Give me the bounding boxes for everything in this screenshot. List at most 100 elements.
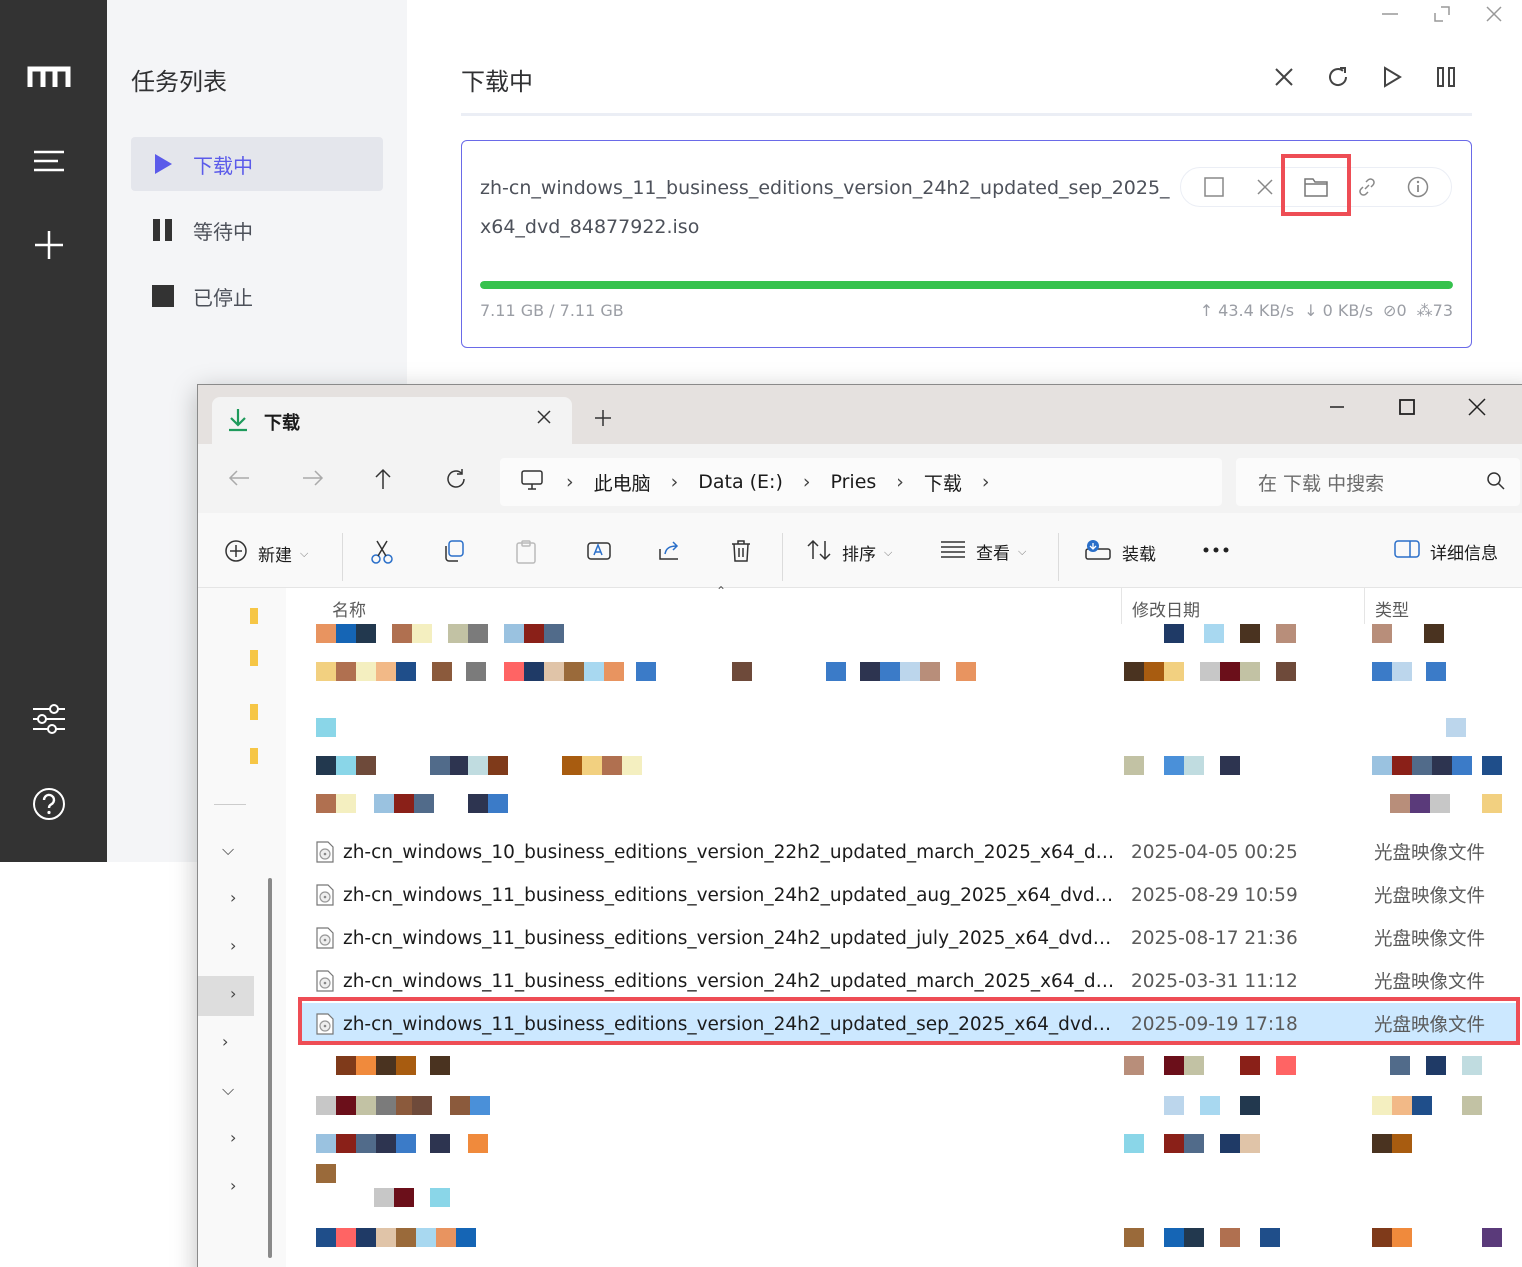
tree-item[interactable]: › — [198, 1120, 286, 1160]
address-bar[interactable]: › 此电脑 › Data (E:) › Pries › 下载 › — [500, 458, 1222, 506]
tree-item[interactable]: ⌵ — [198, 832, 286, 872]
maximize-icon[interactable] — [1392, 395, 1422, 423]
tree-item[interactable] — [198, 638, 286, 678]
tab-downloads[interactable]: 下载 — [212, 397, 572, 444]
maximize-icon[interactable] — [1432, 4, 1452, 28]
tree-item[interactable] — [198, 736, 286, 776]
column-header-type[interactable]: 类型 — [1375, 596, 1409, 621]
sort-button[interactable]: 排序 ⌵ — [806, 539, 892, 566]
tree-item[interactable]: › — [198, 1168, 286, 1208]
chevron-right-icon[interactable]: › — [230, 1176, 236, 1195]
sidebar-item-waiting[interactable]: 等待中 — [131, 203, 383, 257]
cut-button[interactable] — [370, 539, 394, 570]
column-divider[interactable] — [1121, 588, 1122, 624]
tree-item[interactable]: › — [198, 1024, 286, 1064]
delete-all-icon[interactable] — [1271, 62, 1297, 92]
breadcrumb-segment[interactable]: Pries — [830, 471, 876, 493]
tree-item[interactable]: ⌵ — [198, 1072, 286, 1112]
new-button[interactable]: 新建 ⌵ — [224, 539, 308, 568]
copy-button[interactable] — [442, 539, 466, 568]
chevron-right-icon[interactable]: › — [230, 984, 236, 1003]
chevron-right-icon[interactable]: › — [230, 888, 236, 907]
table-row[interactable]: zh-cn_windows_11_business_editions_versi… — [298, 874, 1516, 916]
chevron-right-icon[interactable]: › — [230, 1128, 236, 1147]
add-task-icon[interactable] — [24, 220, 74, 270]
up-icon[interactable] — [373, 468, 393, 494]
info-icon[interactable] — [1405, 174, 1431, 200]
help-icon[interactable] — [24, 779, 74, 829]
breadcrumb-segment[interactable]: 下载 — [924, 469, 962, 496]
checkbox-icon[interactable] — [1201, 174, 1227, 200]
table-row[interactable]: zh-cn_windows_11_business_editions_versi… — [298, 917, 1516, 959]
obscured-block — [356, 624, 376, 643]
resume-all-icon[interactable] — [1379, 62, 1405, 92]
new-tab-icon[interactable] — [594, 409, 612, 431]
breadcrumb-segment[interactable]: 此电脑 — [594, 469, 651, 496]
column-header-date[interactable]: 修改日期 — [1132, 596, 1200, 621]
obscured-block — [1124, 1134, 1144, 1153]
chevron-right-icon[interactable]: › — [671, 471, 679, 493]
chevron-right-icon[interactable]: › — [566, 471, 574, 493]
column-divider[interactable] — [1364, 588, 1365, 624]
obscured-block — [1372, 662, 1392, 681]
obscured-block — [488, 756, 508, 775]
chevron-right-icon[interactable]: › — [896, 471, 904, 493]
close-icon[interactable] — [1484, 4, 1504, 28]
tree-item[interactable] — [198, 596, 286, 636]
obscured-block — [564, 662, 584, 681]
obscured-block — [562, 756, 582, 775]
logo-icon — [24, 52, 74, 102]
sidebar-item-stopped[interactable]: 已停止 — [131, 269, 383, 323]
pause-all-icon[interactable] — [1433, 62, 1459, 92]
details-button[interactable]: 详细信息 — [1394, 539, 1498, 564]
search-input[interactable]: 在 下载 中搜索 — [1236, 458, 1520, 506]
chevron-right-icon[interactable]: › — [230, 936, 236, 955]
obscured-block — [356, 756, 376, 775]
share-button[interactable] — [658, 539, 682, 568]
tree-item-selected[interactable]: › — [198, 976, 254, 1016]
chevron-right-icon[interactable]: › — [803, 471, 811, 493]
delete-button[interactable] — [730, 539, 752, 568]
obscured-block — [1164, 1228, 1184, 1247]
obscured-block — [1184, 756, 1204, 775]
chevron-down-icon[interactable]: ⌵ — [222, 1080, 234, 1100]
table-row[interactable]: zh-cn_windows_10_business_editions_versi… — [298, 831, 1516, 873]
refresh-icon[interactable] — [1325, 62, 1351, 92]
more-button[interactable] — [1202, 539, 1230, 559]
obscured-block — [450, 756, 470, 775]
file-date: 2025-04-05 00:25 — [1131, 841, 1298, 863]
obscured-block — [436, 1228, 456, 1247]
obscured-block — [412, 1096, 432, 1115]
chevron-right-icon[interactable]: › — [982, 471, 990, 493]
link-icon[interactable] — [1354, 174, 1380, 200]
rename-button[interactable] — [586, 539, 612, 568]
close-tab-icon[interactable] — [536, 409, 552, 429]
chevron-down-icon[interactable]: ⌵ — [222, 840, 234, 860]
view-list-icon — [940, 539, 966, 564]
divider — [461, 113, 1472, 116]
preferences-icon[interactable] — [24, 694, 74, 744]
table-row[interactable]: zh-cn_windows_11_business_editions_versi… — [298, 960, 1516, 1002]
scrollbar[interactable] — [268, 878, 272, 1258]
forward-icon[interactable] — [302, 468, 324, 492]
menu-icon[interactable] — [24, 136, 74, 186]
breadcrumb-segment[interactable]: Data (E:) — [698, 471, 783, 493]
column-header-name[interactable]: 名称 — [332, 596, 366, 621]
view-button[interactable]: 查看 ⌵ — [940, 539, 1026, 564]
sidebar-item-active[interactable]: 下载中 — [131, 137, 383, 191]
remove-task-icon[interactable] — [1252, 174, 1278, 200]
close-icon[interactable] — [1462, 395, 1492, 423]
tree-item[interactable] — [198, 692, 286, 732]
tree-item[interactable]: › — [198, 880, 286, 920]
obscured-block — [468, 756, 488, 775]
chevron-right-icon[interactable]: › — [222, 1032, 228, 1051]
obscured-block — [1390, 794, 1410, 813]
minimize-icon[interactable] — [1322, 395, 1352, 423]
refresh-icon[interactable] — [445, 468, 467, 494]
mount-button[interactable]: 装载 — [1084, 539, 1156, 566]
obscured-block — [1184, 1056, 1204, 1075]
minimize-icon[interactable] — [1380, 4, 1400, 28]
back-icon[interactable] — [228, 468, 250, 492]
tree-item[interactable]: › — [198, 928, 286, 968]
obscured-block — [1240, 1056, 1260, 1075]
